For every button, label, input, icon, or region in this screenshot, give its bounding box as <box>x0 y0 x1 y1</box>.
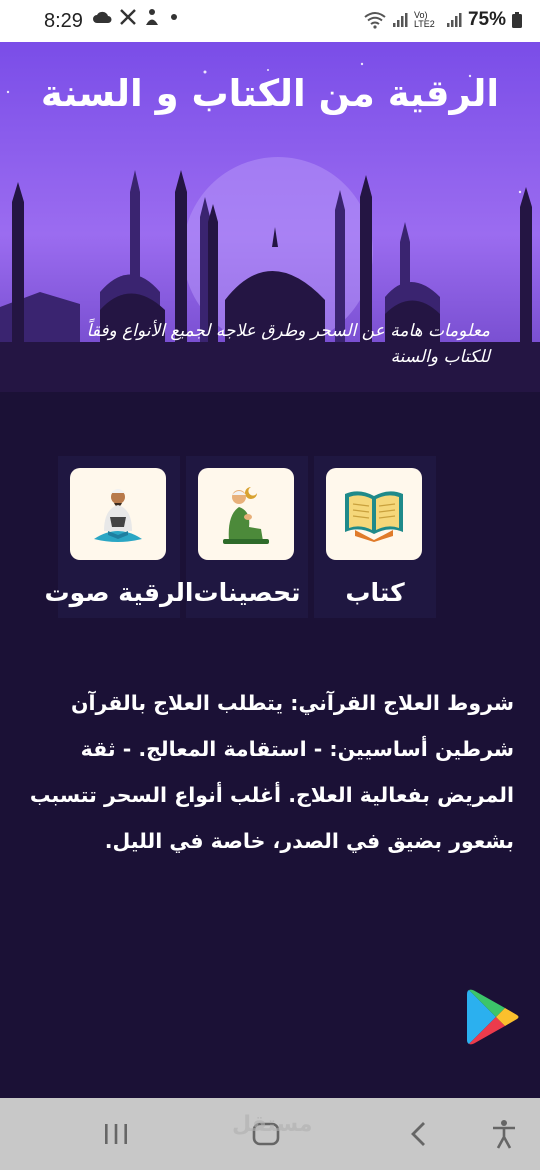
app-subtitle: معلومات هامة عن السحر وطرق علاجه لجميع ا… <box>86 321 490 367</box>
menu-tile-fortifications[interactable] <box>198 468 294 560</box>
back-icon <box>411 1122 425 1146</box>
battery-level: 75% <box>467 9 506 30</box>
accessibility-icon <box>493 1120 515 1149</box>
system-icons: Vo) LTE2 75% <box>364 9 522 31</box>
menu-tile-book[interactable] <box>326 468 422 560</box>
watermark-logo: مستقل <box>232 1112 313 1137</box>
status-time: 8:29 <box>44 10 83 32</box>
reciting-man-icon <box>94 489 142 542</box>
signal-icon <box>392 13 408 27</box>
play-store-icon[interactable] <box>466 988 522 1046</box>
app-title: الرقية من الكتاب و السنة <box>40 72 500 115</box>
dot-icon <box>171 14 177 20</box>
quran-book-icon <box>345 491 403 542</box>
info-text: شروط العلاج القرآني: يتطلب العلاج بالقرآ… <box>29 691 514 853</box>
wifi-icon <box>364 12 386 29</box>
menu-item-label: الرقية صوت <box>44 578 194 607</box>
accessibility-button[interactable] <box>484 1116 524 1152</box>
recent-apps-icon <box>105 1124 127 1144</box>
menu-tile-ruqyah-audio[interactable] <box>70 468 166 560</box>
cloud-icon <box>93 11 112 23</box>
x-icon <box>120 9 136 25</box>
menu-item-fortifications[interactable]: تحصينات <box>186 456 308 618</box>
app-icon <box>146 9 158 25</box>
recent-apps-button[interactable] <box>96 1116 136 1152</box>
menu-grid: كتاب تحصينات الرقية صوت <box>36 456 436 618</box>
battery-icon <box>512 12 522 28</box>
menu-item-ruqyah-audio[interactable]: الرقية صوت <box>45 456 193 618</box>
notification-icons <box>92 8 180 26</box>
signal-icon-2 <box>446 13 462 27</box>
back-button[interactable] <box>398 1116 438 1152</box>
status-bar: 8:29 Vo) LTE2 75% <box>0 0 540 42</box>
network-label: Vo) LTE2 <box>413 10 435 29</box>
praying-man-icon <box>223 487 269 544</box>
menu-item-book[interactable]: كتاب <box>314 456 436 618</box>
